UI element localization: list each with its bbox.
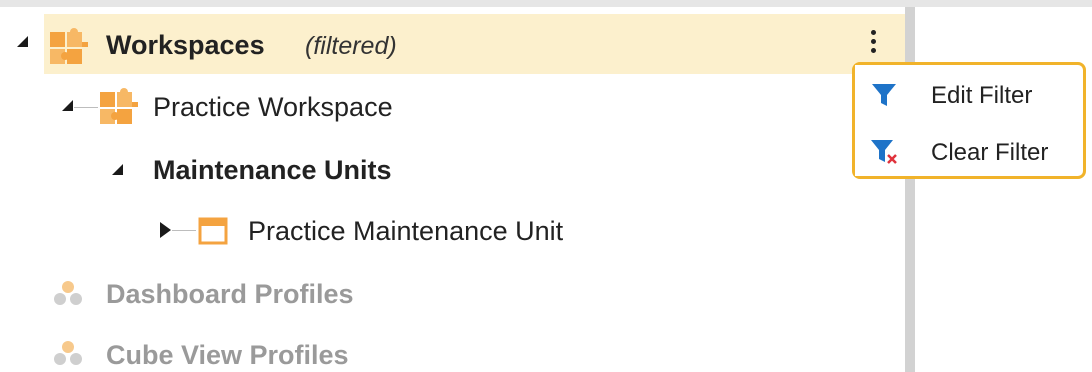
menu-item-edit-filter[interactable]: Edit Filter (855, 68, 1083, 122)
clear-filter-label: Clear Filter (931, 139, 1049, 166)
filtered-indicator: (filtered) (305, 32, 397, 60)
top-border (0, 0, 1092, 7)
practice-workspace-label[interactable]: Practice Workspace (153, 94, 393, 121)
collapse-workspaces-toggle[interactable] (17, 36, 28, 47)
collapse-maintenance-units-toggle[interactable] (112, 164, 123, 175)
tree-connector (172, 230, 196, 231)
menu-item-clear-filter[interactable]: Clear Filter (855, 125, 1083, 179)
collapse-practice-workspace-toggle[interactable] (62, 100, 73, 111)
calendar-box-icon (198, 217, 228, 245)
puzzle-icon (100, 88, 138, 124)
context-menu: Edit Filter Clear Filter (852, 62, 1086, 179)
maintenance-units-label[interactable]: Maintenance Units (153, 157, 392, 184)
practice-maintenance-unit-label[interactable]: Practice Maintenance Unit (248, 218, 563, 245)
cluster-icon (54, 341, 82, 365)
more-options-icon[interactable] (870, 30, 878, 58)
tree-connector (74, 107, 98, 108)
expand-practice-unit-toggle[interactable] (160, 222, 171, 238)
cluster-icon (54, 281, 82, 305)
dashboard-profiles-label[interactable]: Dashboard Profiles (106, 281, 354, 308)
filter-clear-icon (871, 140, 897, 164)
workspaces-label: Workspaces (106, 30, 265, 60)
filter-icon (872, 84, 896, 106)
edit-filter-label: Edit Filter (931, 82, 1033, 109)
puzzle-icon (50, 28, 88, 64)
cube-view-profiles-label[interactable]: Cube View Profiles (106, 342, 349, 369)
